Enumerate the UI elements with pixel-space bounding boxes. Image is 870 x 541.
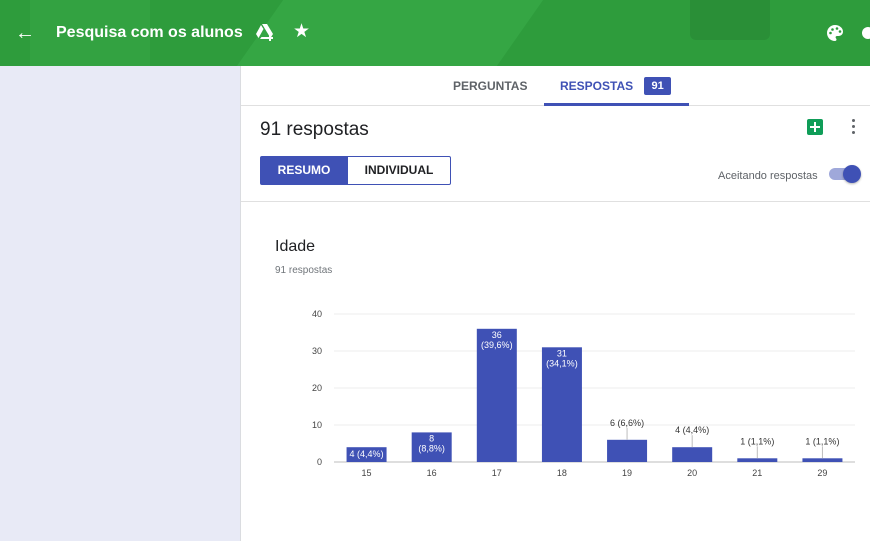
left-gutter bbox=[0, 66, 241, 541]
more-vert-icon[interactable] bbox=[852, 119, 856, 135]
data-label: 4 (4,4%) bbox=[675, 425, 709, 435]
data-label: 36 bbox=[492, 330, 502, 340]
question-title: Idade bbox=[275, 238, 316, 255]
x-tick-label: 17 bbox=[492, 468, 502, 478]
form-header: ← Pesquisa com os alunos ★ bbox=[0, 0, 870, 66]
bar-chart: 0 10 20 30 40 4 (4,4%) 15 8(8,8%) 16 36(39,6%) 17 3… bbox=[312, 309, 855, 478]
bar bbox=[607, 439, 648, 462]
bar bbox=[737, 458, 778, 462]
data-label: (8,8%) bbox=[418, 443, 445, 453]
data-label: 1 (1,1%) bbox=[805, 436, 839, 446]
individual-tab-button[interactable]: INDIVIDUAL bbox=[347, 156, 451, 185]
star-icon[interactable]: ★ bbox=[293, 20, 310, 43]
more-header-icon[interactable] bbox=[862, 27, 870, 39]
drive-add-icon[interactable] bbox=[255, 22, 277, 44]
active-tab-indicator bbox=[544, 103, 689, 106]
response-count-badge: 91 bbox=[644, 77, 671, 95]
x-tick-label: 21 bbox=[752, 468, 762, 478]
accepting-responses-label: Aceitando respostas bbox=[718, 170, 818, 182]
summary-tab-button[interactable]: RESUMO bbox=[260, 156, 348, 185]
form-title: Pesquisa com os alunos bbox=[56, 24, 243, 41]
palette-icon[interactable] bbox=[826, 24, 844, 42]
bar bbox=[672, 447, 713, 462]
y-tick-label: 30 bbox=[312, 346, 322, 356]
data-label: 1 (1,1%) bbox=[740, 436, 774, 446]
responses-heading: 91 respostas bbox=[260, 119, 369, 140]
data-label: 31 bbox=[557, 348, 567, 358]
toggle-knob bbox=[843, 165, 861, 183]
data-label: (39,6%) bbox=[481, 340, 513, 350]
tab-respostas[interactable]: RESPOSTAS 91 bbox=[544, 66, 689, 106]
y-tick-label: 40 bbox=[312, 309, 322, 319]
tab-perguntas[interactable]: PERGUNTAS bbox=[453, 66, 527, 106]
sheets-icon[interactable] bbox=[807, 119, 823, 135]
x-tick-label: 15 bbox=[362, 468, 372, 478]
data-label: 4 (4,4%) bbox=[350, 449, 384, 459]
x-tick-label: 20 bbox=[687, 468, 697, 478]
data-label: 6 (6,6%) bbox=[610, 418, 644, 428]
bar bbox=[802, 458, 843, 462]
question-response-count: 91 respostas bbox=[275, 265, 333, 276]
header-decoration bbox=[236, 0, 544, 66]
section-divider bbox=[241, 201, 870, 202]
data-label: 8 bbox=[429, 433, 434, 443]
x-tick-label: 29 bbox=[817, 468, 827, 478]
x-tick-label: 19 bbox=[622, 468, 632, 478]
tab-bar: PERGUNTAS RESPOSTAS 91 bbox=[241, 66, 870, 106]
y-tick-label: 10 bbox=[312, 420, 322, 430]
accepting-responses-toggle[interactable] bbox=[829, 165, 863, 183]
y-tick-label: 0 bbox=[317, 457, 322, 467]
tab-respostas-label: RESPOSTAS bbox=[560, 79, 634, 93]
header-decoration bbox=[690, 0, 770, 40]
data-label: (34,1%) bbox=[546, 358, 578, 368]
arrow-left-icon[interactable]: ← bbox=[14, 22, 36, 44]
y-tick-label: 20 bbox=[312, 383, 322, 393]
x-tick-label: 16 bbox=[427, 468, 437, 478]
x-tick-label: 18 bbox=[557, 468, 567, 478]
